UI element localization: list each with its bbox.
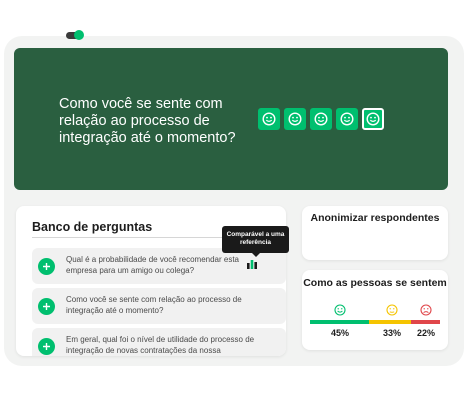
toggle-knob[interactable] (74, 30, 84, 40)
question-text: Qual é a probabilidade de você recomenda… (66, 255, 239, 275)
plus-icon (43, 303, 50, 310)
smile-face-icon (262, 112, 276, 126)
add-question-button[interactable] (38, 298, 55, 315)
happy-face-icon (334, 304, 346, 316)
benchmark-icon[interactable] (246, 258, 258, 270)
sentiment-percent-positive: 45% (330, 328, 349, 338)
tooltip-arrow (252, 253, 260, 257)
smile-face-icon (314, 112, 328, 126)
hero-question-text: Como você se sente com relação ao proces… (59, 96, 236, 146)
question-bank-title: Banco de perguntas (32, 220, 153, 234)
question-bank-item[interactable]: Como você se sente com relação ao proces… (32, 288, 286, 324)
sentiment-title: Como as pessoas se sentem (303, 277, 447, 289)
smile-face-icon (288, 112, 302, 126)
sentiment-bar-positive (310, 320, 369, 324)
sentiment-card: Como as pessoas se sentem 45% 33% 22% (302, 270, 448, 350)
rating-option-5[interactable] (362, 108, 384, 130)
benchmark-tooltip: Comparável a uma referência (222, 226, 289, 253)
rating-option-1[interactable] (258, 108, 280, 130)
sentiment-percent-negative: 22% (416, 328, 435, 338)
add-question-button[interactable] (38, 338, 55, 355)
question-text: Em geral, qual foi o nível de utilidade … (66, 335, 255, 355)
smile-face-icon (366, 112, 380, 126)
sad-face-icon (420, 304, 432, 316)
add-question-button[interactable] (38, 258, 55, 275)
rating-option-2[interactable] (284, 108, 306, 130)
rating-option-3[interactable] (310, 108, 332, 130)
plus-icon (43, 343, 50, 350)
question-text: Como você se sente com relação ao proces… (66, 295, 242, 315)
sentiment-bar-negative (411, 320, 440, 324)
sentiment-bar-neutral (368, 320, 412, 324)
plus-icon (43, 263, 50, 270)
smile-face-icon (340, 112, 354, 126)
question-hero: Como você se sente com relação ao proces… (14, 48, 448, 190)
neutral-face-icon (386, 304, 398, 316)
question-bank-item[interactable]: Em geral, qual foi o nível de utilidade … (32, 328, 286, 356)
anonymize-title: Anonimizar respondentes (310, 212, 440, 224)
rating-option-4[interactable] (336, 108, 358, 130)
anonymize-card: Anonimizar respondentes (302, 206, 448, 260)
sentiment-percent-neutral: 33% (382, 328, 401, 338)
